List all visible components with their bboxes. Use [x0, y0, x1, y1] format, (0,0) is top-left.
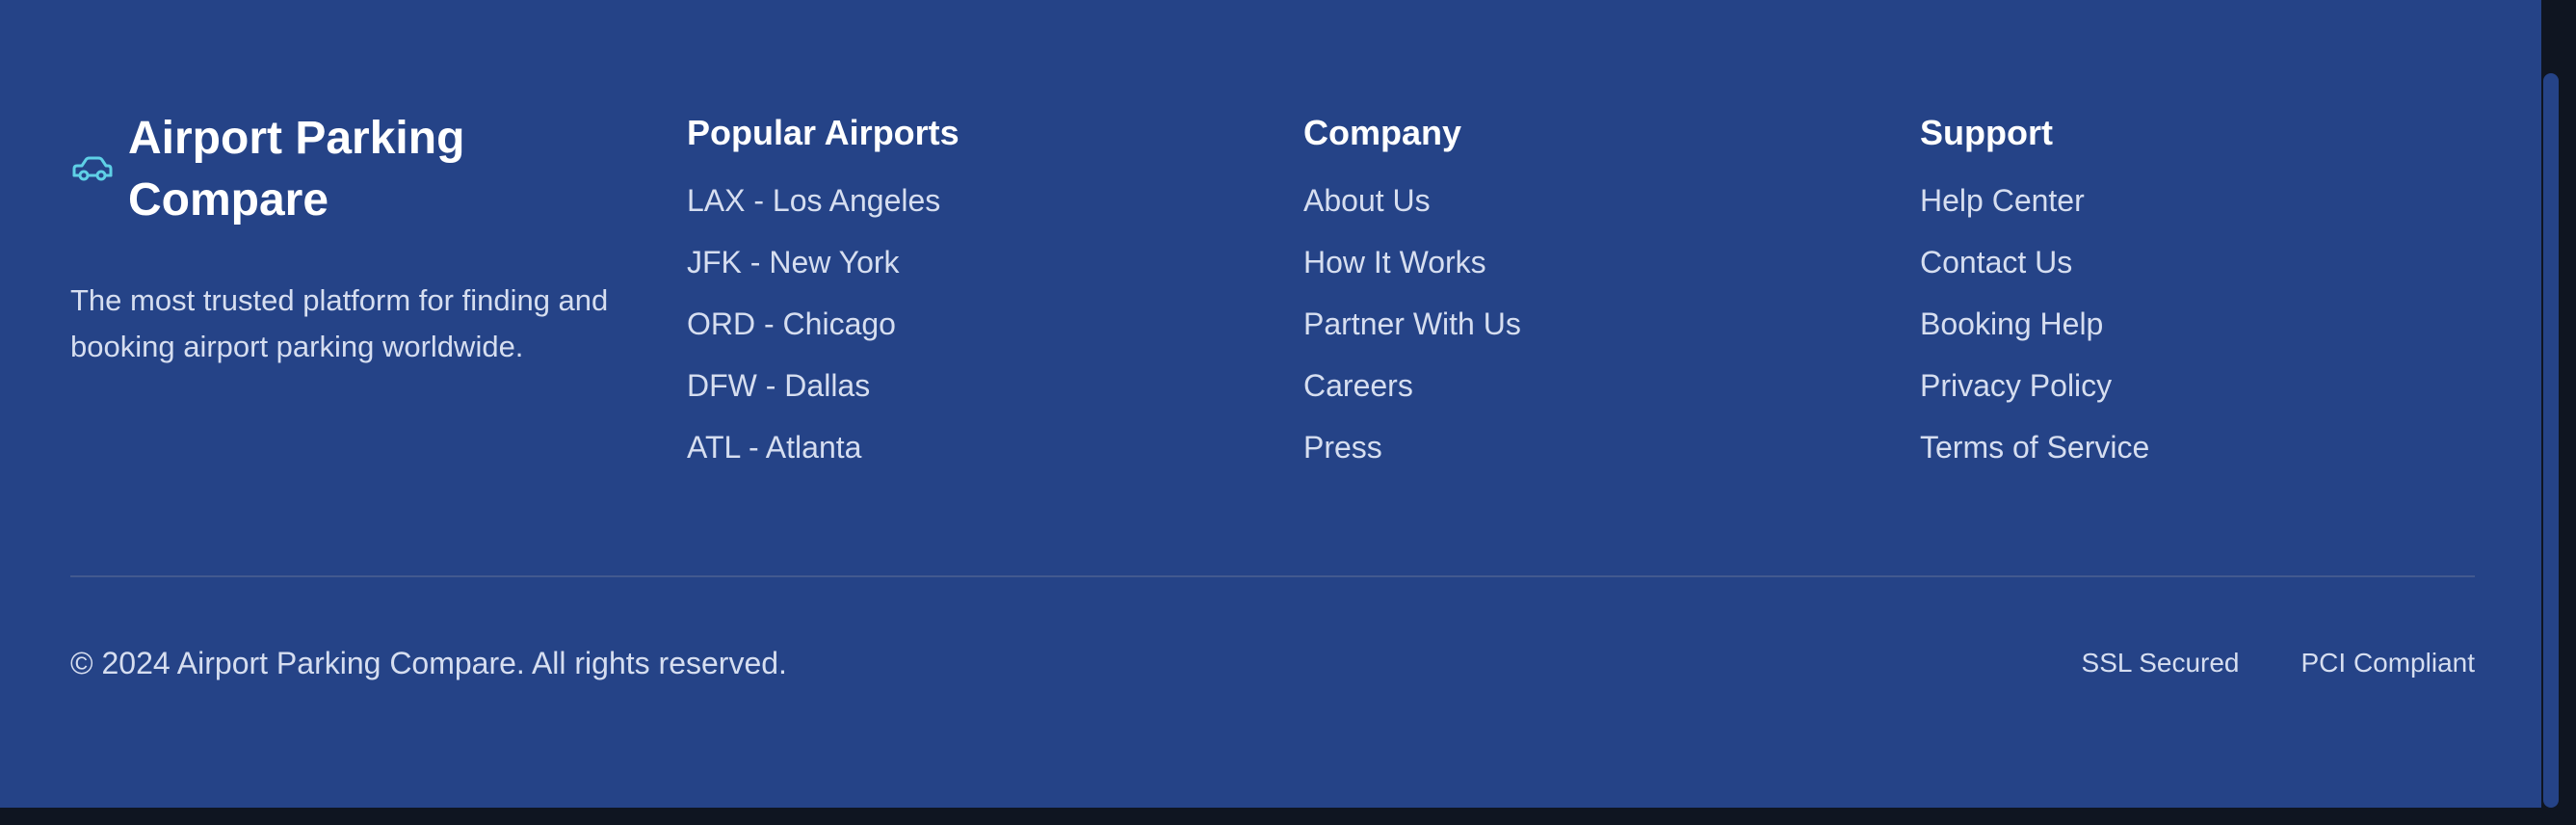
footer-column-popular-airports: Popular Airports LAX - Los Angeles JFK -…	[687, 108, 1226, 490]
column-heading: Support	[1920, 113, 2053, 152]
footer-link[interactable]: About Us	[1303, 181, 1843, 243]
brand-title: Airport Parking Compare	[128, 113, 465, 226]
footer-link[interactable]: Careers	[1303, 366, 1843, 428]
trust-badges: SSL Secured PCI Compliant	[2082, 646, 2475, 680]
footer-link[interactable]: Help Center	[1920, 181, 2459, 243]
footer-link[interactable]: Press	[1303, 428, 1843, 490]
footer-link[interactable]: DFW - Dallas	[687, 366, 1226, 428]
footer-link[interactable]: LAX - Los Angeles	[687, 181, 1226, 243]
scrollbar-thumb[interactable]	[2543, 73, 2559, 808]
footer-brand: Airport Parking Compare	[70, 108, 648, 231]
footer-link[interactable]: Privacy Policy	[1920, 366, 2459, 428]
column-heading: Popular Airports	[687, 113, 959, 152]
footer-link[interactable]: ATL - Atlanta	[687, 428, 1226, 490]
footer-divider	[70, 575, 2475, 577]
pci-badge: PCI Compliant	[2300, 648, 2475, 678]
footer-link[interactable]: Terms of Service	[1920, 428, 2459, 490]
footer-link[interactable]: JFK - New York	[687, 243, 1226, 305]
footer: Airport Parking Compare The most trusted…	[0, 0, 2541, 808]
footer-column-company: Company About Us How It Works Partner Wi…	[1303, 108, 1843, 490]
footer-link[interactable]: Partner With Us	[1303, 305, 1843, 366]
car-icon	[72, 156, 113, 181]
footer-column-support: Support Help Center Contact Us Booking H…	[1920, 108, 2459, 490]
copyright-text: © 2024 Airport Parking Compare. All righ…	[70, 646, 787, 680]
brand-description: The most trusted platform for finding an…	[70, 283, 609, 363]
footer-link[interactable]: How It Works	[1303, 243, 1843, 305]
window-bottom-edge	[0, 808, 2541, 825]
column-heading: Company	[1303, 113, 1462, 152]
footer-link[interactable]: Booking Help	[1920, 305, 2459, 366]
footer-link[interactable]: ORD - Chicago	[687, 305, 1226, 366]
ssl-badge: SSL Secured	[2081, 648, 2240, 678]
footer-link[interactable]: Contact Us	[1920, 243, 2459, 305]
